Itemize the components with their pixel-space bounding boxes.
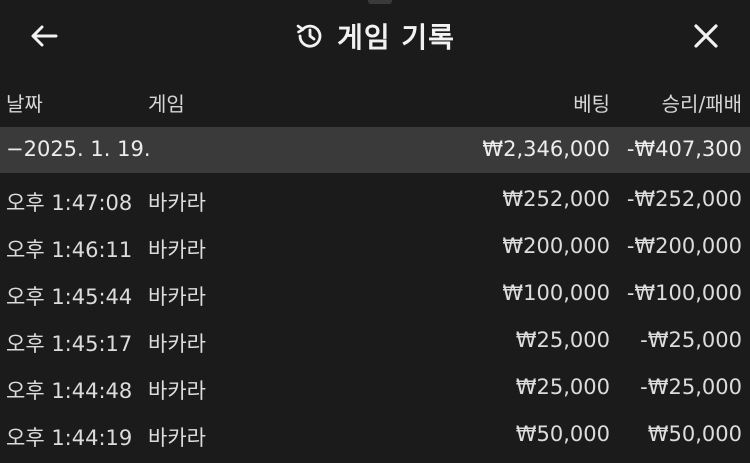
table-row[interactable]: 오후 1:44:19 바카라 ₩50,000 ₩50,000	[0, 413, 750, 459]
row-game: 바카라	[148, 379, 206, 403]
row-bet: ₩200,000	[502, 234, 610, 258]
close-button[interactable]	[684, 16, 728, 56]
table-row[interactable]: 오후 1:47:08 바카라 ₩252,000 -₩252,000	[0, 178, 750, 224]
row-time: 오후 1:45:17	[6, 332, 133, 356]
table-row[interactable]: 오후 1:45:17 바카라 ₩25,000 -₩25,000	[0, 319, 750, 365]
page-title: 게임 기록	[337, 21, 455, 54]
table-row[interactable]: 오후 1:44:48 바카라 ₩25,000 -₩25,000	[0, 366, 750, 412]
row-time: 오후 1:44:19	[6, 426, 133, 450]
row-result: -₩200,000	[626, 234, 742, 258]
table-row[interactable]: 오후 1:45:44 바카라 ₩100,000 -₩100,000	[0, 272, 750, 318]
group-bet-total: ₩2,346,000	[482, 137, 610, 161]
close-icon	[694, 24, 718, 48]
table-row[interactable]: 오후 1:46:11 바카라 ₩200,000 -₩200,000	[0, 225, 750, 271]
row-result: -₩100,000	[626, 281, 742, 305]
row-result: ₩50,000	[647, 422, 742, 446]
row-game: 바카라	[148, 285, 206, 309]
row-time: 오후 1:45:44	[6, 285, 133, 309]
row-result: -₩25,000	[640, 375, 742, 399]
row-bet: ₩50,000	[515, 422, 610, 446]
date-group-row[interactable]: −2025. 1. 19. ₩2,346,000 -₩407,300	[0, 127, 750, 173]
column-bet: 베팅	[573, 92, 610, 116]
row-game: 바카라	[148, 191, 206, 215]
group-result-total: -₩407,300	[626, 137, 742, 161]
row-time: 오후 1:46:11	[6, 238, 133, 262]
row-result: -₩252,000	[626, 187, 742, 211]
column-header-row: 날짜 게임 베팅 승리/패배	[0, 88, 750, 118]
row-game: 바카라	[148, 238, 206, 262]
history-clock-icon	[296, 24, 322, 48]
header: 게임 기록	[0, 0, 750, 72]
title-group: 게임 기록	[0, 16, 750, 56]
row-bet: ₩25,000	[515, 375, 610, 399]
row-time: 오후 1:44:48	[6, 379, 133, 403]
row-bet: ₩25,000	[515, 328, 610, 352]
row-bet: ₩100,000	[502, 281, 610, 305]
column-result: 승리/패배	[661, 92, 742, 116]
row-game: 바카라	[148, 332, 206, 356]
column-game: 게임	[148, 92, 185, 116]
row-result: -₩25,000	[640, 328, 742, 352]
row-bet: ₩252,000	[502, 187, 610, 211]
row-game: 바카라	[148, 426, 206, 450]
group-date: −2025. 1. 19.	[6, 137, 151, 161]
column-date: 날짜	[6, 92, 43, 116]
row-time: 오후 1:47:08	[6, 191, 133, 215]
